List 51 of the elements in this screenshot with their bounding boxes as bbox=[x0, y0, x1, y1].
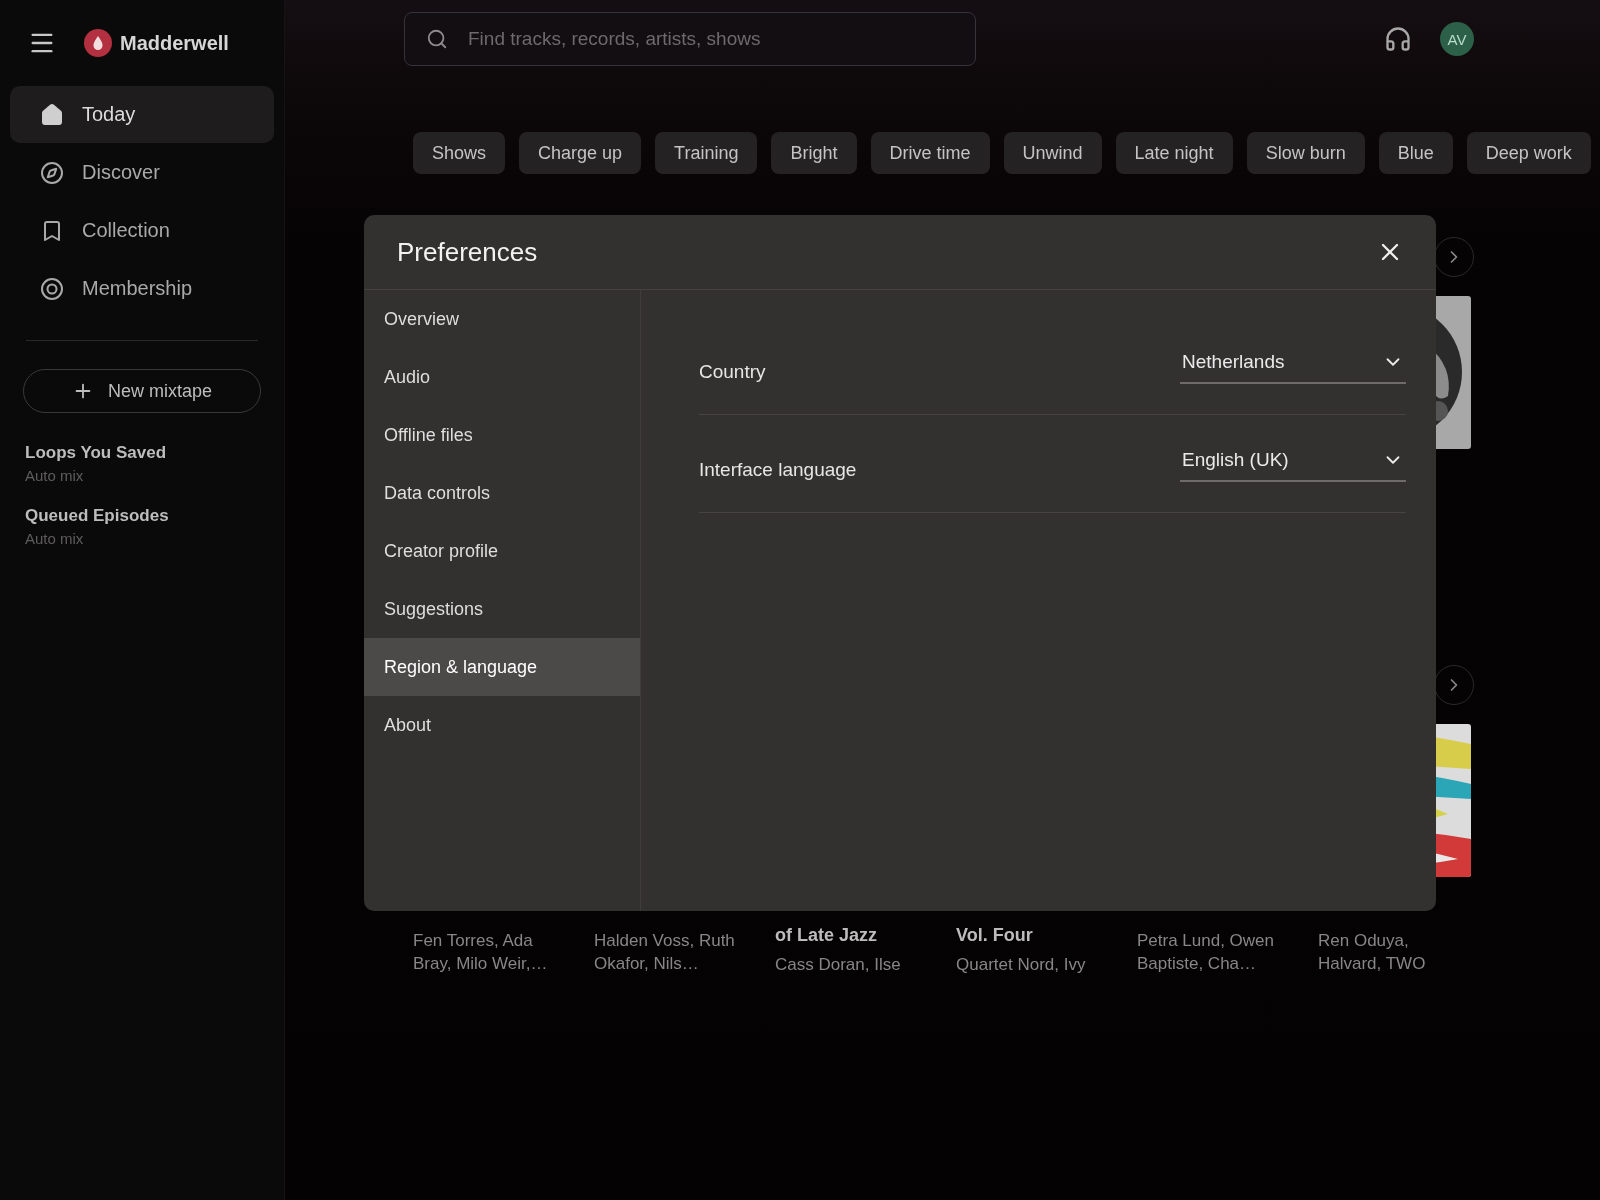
preferences-tab[interactable]: Overview bbox=[364, 290, 640, 348]
headphones-button[interactable] bbox=[1384, 25, 1412, 53]
compass-icon bbox=[40, 160, 64, 185]
preferences-tab[interactable]: About bbox=[364, 696, 640, 754]
mixtape-title: Loops You Saved bbox=[25, 443, 168, 463]
home-icon bbox=[40, 102, 64, 127]
preferences-tab[interactable]: Offline files bbox=[364, 406, 640, 464]
filter-chip[interactable]: Unwind bbox=[1003, 132, 1102, 174]
brand-name: Madderwell bbox=[120, 31, 229, 55]
mixtape-subtitle: Auto mix bbox=[25, 467, 85, 484]
setting-dropdown[interactable]: English (UK) bbox=[1180, 439, 1406, 482]
filter-chip[interactable]: Training bbox=[655, 132, 758, 174]
nav-item[interactable]: Membership bbox=[10, 260, 274, 317]
card-title: of Late Jazz bbox=[775, 924, 879, 947]
nav-item[interactable]: Discover bbox=[10, 144, 274, 201]
card-title: Vol. Four bbox=[956, 924, 1034, 947]
dialog-title: Preferences bbox=[397, 236, 538, 268]
filter-chip[interactable]: Bright bbox=[771, 132, 857, 174]
setting-label: Country bbox=[699, 360, 766, 383]
mixtape-item[interactable]: Queued Episodes Auto mix bbox=[10, 506, 274, 547]
card-artists: Ren Oduya, Halvard, TWO bbox=[1318, 930, 1427, 975]
setting-label: Interface language bbox=[699, 458, 857, 481]
filter-chip[interactable]: Blue bbox=[1378, 132, 1453, 174]
filter-chip[interactable]: Slow burn bbox=[1246, 132, 1365, 174]
target-icon bbox=[40, 276, 64, 301]
card-artists: Petra Lund, Owen Baptiste, Cha… bbox=[1137, 930, 1276, 975]
preferences-tab[interactable]: Data controls bbox=[364, 464, 640, 522]
card-artists: Quartet Nord, Ivy bbox=[956, 954, 1087, 976]
filter-chip[interactable]: Charge up bbox=[519, 132, 642, 174]
preferences-tab[interactable]: Audio bbox=[364, 348, 640, 406]
filter-chip[interactable]: Late night bbox=[1115, 132, 1233, 174]
filter-chip[interactable]: Drive time bbox=[870, 132, 990, 174]
mixtape-subtitle: Auto mix bbox=[25, 530, 85, 547]
nav-item[interactable]: Today bbox=[10, 86, 274, 143]
card-artists: Halden Voss, Ruth Okafor, Nils… bbox=[594, 930, 736, 975]
avatar[interactable]: AV bbox=[1440, 22, 1474, 56]
search-field[interactable]: Find tracks, records, artists, shows bbox=[404, 12, 976, 66]
card-artists: Fen Torres, Ada Bray, Milo Weir,… bbox=[413, 930, 549, 975]
mixtape-item[interactable]: Loops You Saved Auto mix bbox=[10, 443, 274, 484]
setting-dropdown[interactable]: Netherlands bbox=[1180, 341, 1406, 384]
filter-chip[interactable]: Deep work bbox=[1466, 132, 1591, 174]
preferences-tab[interactable]: Suggestions bbox=[364, 580, 640, 638]
search-icon bbox=[426, 28, 448, 50]
preferences-tab[interactable]: Creator profile bbox=[364, 522, 640, 580]
headphones-icon bbox=[1384, 25, 1412, 53]
mixtape-title: Queued Episodes bbox=[25, 506, 170, 526]
nav-item[interactable]: Collection bbox=[10, 202, 274, 259]
card-artists: Cass Doran, Ilse bbox=[775, 954, 902, 976]
preferences-tab[interactable]: Region & language bbox=[364, 638, 640, 696]
logo-icon bbox=[84, 29, 112, 57]
filter-chip[interactable]: Shows bbox=[413, 132, 506, 174]
